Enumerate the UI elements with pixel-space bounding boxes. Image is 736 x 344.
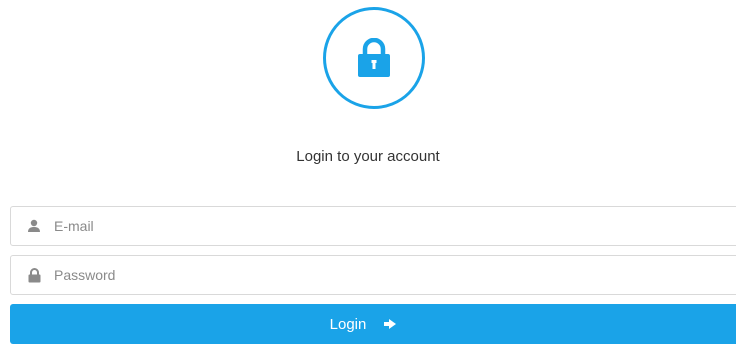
lock-icon bbox=[356, 38, 392, 78]
login-button-label: Login bbox=[329, 315, 367, 333]
password-field[interactable] bbox=[10, 255, 736, 295]
password-input[interactable] bbox=[54, 256, 736, 294]
email-input[interactable] bbox=[54, 207, 736, 245]
arrow-right-icon bbox=[384, 319, 397, 329]
email-field[interactable] bbox=[10, 206, 736, 246]
page-subtitle: Login to your account bbox=[296, 148, 440, 165]
user-icon bbox=[24, 219, 44, 233]
login-page: Login to your account Login bbox=[0, 0, 736, 344]
lock-icon bbox=[24, 267, 44, 283]
lock-badge bbox=[323, 7, 425, 109]
login-button-content: Login bbox=[330, 316, 397, 333]
login-button[interactable]: Login bbox=[10, 304, 736, 344]
